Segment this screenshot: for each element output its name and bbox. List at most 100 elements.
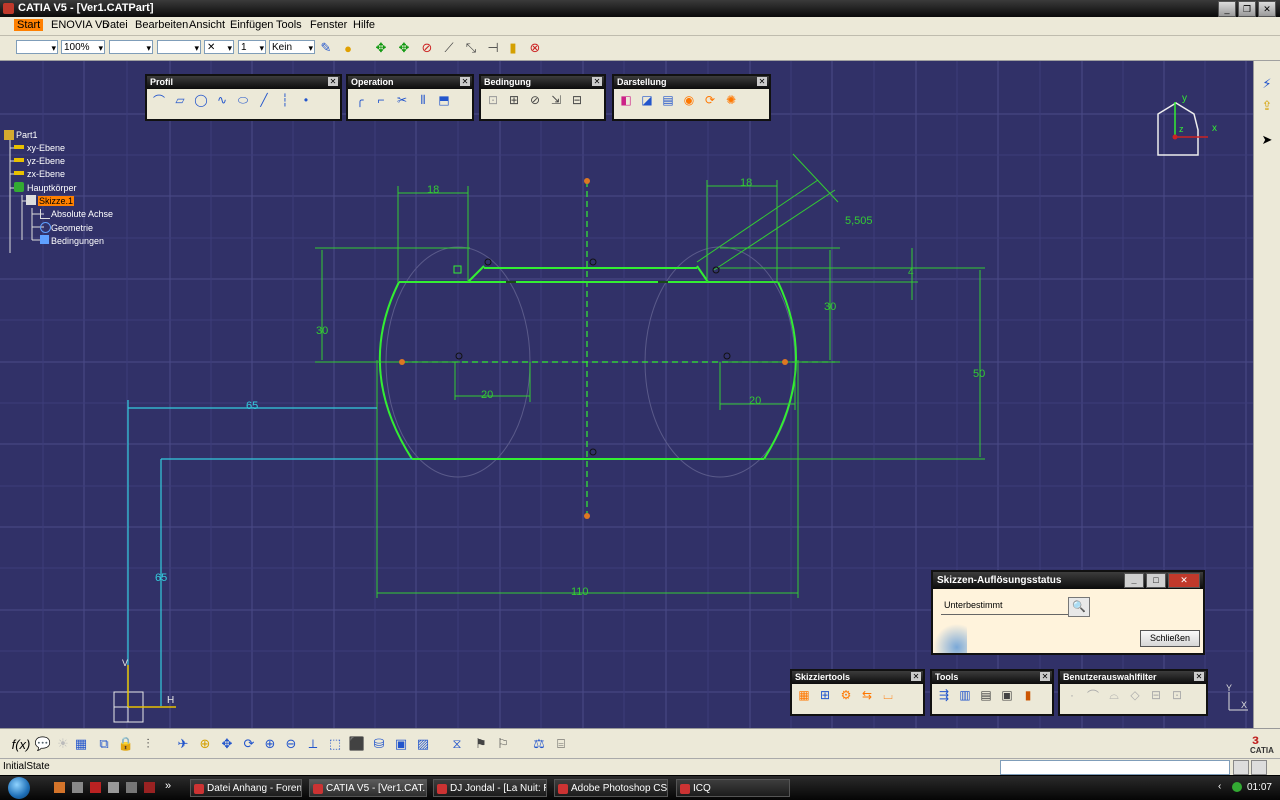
formula-icon[interactable]: ⇶ [936, 687, 952, 703]
dimension-visualization-icon[interactable]: ✺ [723, 92, 739, 108]
menu-start[interactable]: Start [14, 19, 44, 31]
diagnose-search-icon[interactable]: 🔍 [1068, 597, 1090, 617]
grid-icon[interactable]: ▦ [796, 687, 812, 703]
dialog-close-button[interactable]: ✕ [1168, 573, 1200, 588]
move-icon[interactable]: ✥ [395, 39, 413, 57]
restore-button[interactable]: ❐ [1238, 1, 1256, 17]
pan-view-icon[interactable]: ✥ [218, 735, 236, 753]
analysis-icon[interactable]: ▤ [978, 687, 994, 703]
measure-icon[interactable]: ⟋ [440, 39, 458, 57]
views-icon[interactable]: ⬚ [326, 735, 344, 753]
line-icon[interactable]: ╱ [256, 92, 272, 108]
select-arrow-icon[interactable]: ➤ [1258, 131, 1276, 149]
trim-icon[interactable]: ✂ [394, 92, 410, 108]
table-tool-icon[interactable]: ▦ [72, 735, 90, 753]
fly-mode-icon[interactable]: ✈ [174, 735, 192, 753]
formula-fx-icon[interactable]: f(x) [12, 735, 31, 753]
measure-item-icon[interactable]: ⚐ [494, 735, 512, 753]
table-icon[interactable]: ▥ [957, 687, 973, 703]
swap-visible-icon[interactable]: ▨ [414, 735, 432, 753]
menu-bearbeiten[interactable]: Bearbeiten [135, 19, 188, 31]
comment-icon[interactable]: 💬 [34, 735, 52, 753]
tree-yz-plane[interactable]: yz-Ebene [27, 156, 65, 166]
pan-icon[interactable]: ✥ [372, 39, 390, 57]
dialog-maximize-button[interactable]: □ [1146, 573, 1166, 588]
iso-view-icon[interactable]: ⬛ [348, 735, 366, 753]
menu-datei[interactable]: Datei [102, 19, 128, 31]
render-style-icon[interactable]: ⛁ [370, 735, 388, 753]
dialog-minimize-button[interactable]: _ [1124, 573, 1144, 588]
tray-icon[interactable] [1232, 782, 1242, 792]
taskbar-task[interactable]: DJ Jondal - [La Nuit: R... [433, 779, 547, 797]
axis-icon[interactable]: ┆ [277, 92, 293, 108]
dialog-close-text-button[interactable]: Schließen [1140, 630, 1200, 647]
quicklaunch-icon[interactable] [126, 782, 137, 793]
tree-part1[interactable]: Part1 [16, 130, 38, 140]
curve-filter-icon[interactable]: ⌒ [1085, 687, 1101, 703]
scan-icon[interactable]: ⫶ [139, 735, 157, 753]
measure-between-icon[interactable]: ⚑ [472, 735, 490, 753]
snap-to-point-icon[interactable]: ⊞ [817, 687, 833, 703]
start-orb[interactable] [8, 777, 30, 799]
minimize-button[interactable]: _ [1218, 1, 1236, 17]
constraint-dialog-icon[interactable]: ⊡ [485, 92, 501, 108]
dimensional-constraints-icon[interactable]: ⌴ [880, 687, 896, 703]
command-input[interactable] [1000, 760, 1230, 775]
volume-filter-icon[interactable]: ◇ [1127, 687, 1143, 703]
geometric-constraints-icon[interactable]: ⇆ [859, 687, 875, 703]
delete-icon[interactable]: ⊗ [526, 39, 544, 57]
surface-filter-icon[interactable]: ⌓ [1106, 687, 1122, 703]
point-symbol-combo[interactable]: ✕ [204, 40, 234, 55]
rotate-icon[interactable]: ⟳ [240, 735, 258, 753]
command-button-1[interactable] [1233, 760, 1249, 775]
quicklaunch-icon[interactable] [108, 782, 119, 793]
taskbar-task[interactable]: Datei Anhang - Foren ... [190, 779, 302, 797]
painter-icon[interactable]: ✎ [317, 39, 335, 57]
fit-all-icon[interactable]: ⊕ [196, 735, 214, 753]
no-show-icon[interactable]: ⊘ [418, 39, 436, 57]
auto-constraint-icon[interactable]: ⊟ [569, 92, 585, 108]
sketch-plane-icon[interactable]: ◪ [639, 92, 655, 108]
hierarchy-icon[interactable]: ⧉ [95, 735, 113, 753]
project-icon[interactable]: ⬒ [436, 92, 452, 108]
point-filter-icon[interactable]: · [1064, 687, 1080, 703]
exit-workbench-icon[interactable]: ⇪ [1258, 97, 1276, 115]
taskbar-task[interactable]: CATIA V5 - [Ver1.CAT... [309, 779, 427, 797]
quicklaunch-icon[interactable] [54, 782, 65, 793]
close-icon[interactable]: ✕ [592, 77, 602, 86]
chamfer-icon[interactable]: ⌐ [373, 92, 389, 108]
properties-icon[interactable]: ● [339, 39, 357, 57]
mirror-icon[interactable]: ⫴ [415, 92, 431, 108]
lock-icon[interactable]: 🔒 [117, 735, 135, 753]
geometry-visualization-icon[interactable]: ◉ [681, 92, 697, 108]
output-feature-icon[interactable]: ▮ [1020, 687, 1036, 703]
taskbar-task[interactable]: Adobe Photoshop CS3... [554, 779, 668, 797]
tree-absolute-axis[interactable]: Absolute Achse [51, 209, 113, 219]
line-type-combo[interactable] [109, 40, 153, 55]
corner-icon[interactable]: ╭ [352, 92, 368, 108]
spline-icon[interactable]: ∿ [214, 92, 230, 108]
taskbar-task[interactable]: ICQ [676, 779, 790, 797]
tree-xy-plane[interactable]: xy-Ebene [27, 143, 65, 153]
close-icon[interactable]: ✕ [460, 77, 470, 86]
tree-zx-plane[interactable]: zx-Ebene [27, 169, 65, 179]
contact-constraint-icon[interactable]: ⊘ [527, 92, 543, 108]
construction-element-icon[interactable]: ⚙ [838, 687, 854, 703]
tray-arrow-icon[interactable]: ‹ [1218, 781, 1221, 792]
taskbar-more[interactable]: » [165, 780, 171, 792]
close-icon[interactable]: ✕ [757, 77, 767, 86]
light-icon[interactable]: ☀ [54, 735, 72, 753]
layer-combo[interactable]: Kein [269, 40, 315, 55]
catalog-browser-icon[interactable]: ⧖ [448, 735, 466, 753]
circle-icon[interactable]: ◯ [193, 92, 209, 108]
feature-filter-icon[interactable]: ⊟ [1148, 687, 1164, 703]
ruler-icon[interactable]: ▮ [504, 39, 522, 57]
line-weight-combo[interactable] [157, 40, 201, 55]
snap-icon[interactable]: ⤡ [462, 39, 480, 57]
tree-constraints[interactable]: Bedingungen [51, 236, 104, 246]
menu-hilfe[interactable]: Hilfe [353, 19, 375, 31]
zoom-in-icon[interactable]: ⊕ [261, 735, 279, 753]
close-icon[interactable]: ✕ [1040, 672, 1050, 681]
close-icon[interactable]: ✕ [911, 672, 921, 681]
normal-view-icon[interactable]: ⟂ [304, 735, 322, 753]
